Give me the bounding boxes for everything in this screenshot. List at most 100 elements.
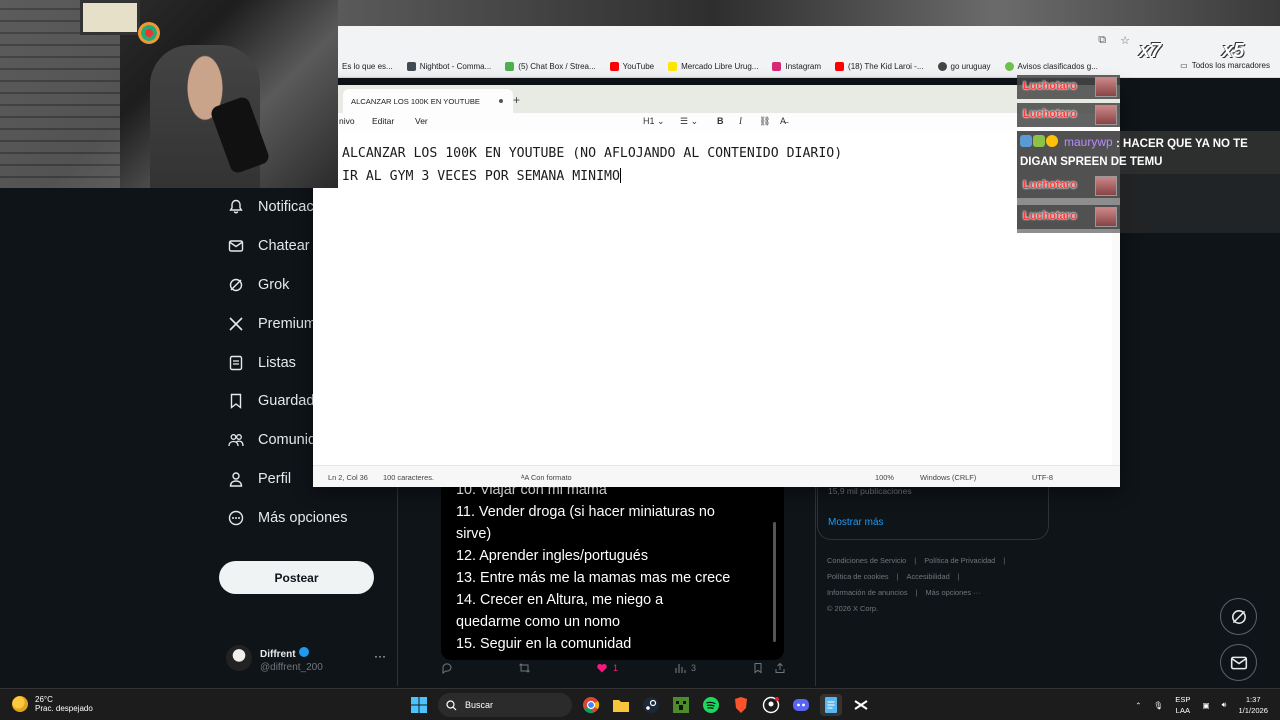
- menu-view[interactable]: Ver: [415, 116, 428, 126]
- italic-icon[interactable]: I: [739, 116, 742, 126]
- grok-float-button[interactable]: [1220, 598, 1257, 635]
- github-icon[interactable]: [760, 694, 782, 716]
- heading-dropdown[interactable]: H1 ⌄: [643, 116, 665, 127]
- input-language[interactable]: ESP LAA: [1175, 694, 1190, 716]
- trend-post-count: 15,9 mil publicaciones: [828, 486, 912, 496]
- bookmark-label: go uruguay: [950, 62, 991, 71]
- install-icon[interactable]: ⧉: [1098, 34, 1106, 47]
- cursor-position: Ln 2, Col 36: [328, 473, 368, 482]
- repost-button[interactable]: [518, 662, 531, 674]
- nav-label: Comunid: [258, 432, 317, 449]
- search-placeholder: Buscar: [465, 700, 494, 710]
- list-item: sirve): [456, 526, 492, 542]
- discord-icon[interactable]: [790, 694, 812, 716]
- messages-float-button[interactable]: [1220, 644, 1257, 681]
- chat-overlay-lower: Luchotaro Luchotaro: [1017, 174, 1280, 233]
- chrome-icon[interactable]: [580, 694, 602, 716]
- bold-icon[interactable]: B: [717, 116, 724, 126]
- spotify-icon[interactable]: [700, 694, 722, 716]
- line-ending[interactable]: Windows (CRLF): [920, 473, 976, 482]
- share-button[interactable]: [774, 662, 786, 674]
- weather-widget[interactable]: 26°C Prac. despejado: [12, 695, 93, 713]
- taskbar-search[interactable]: Buscar: [438, 693, 572, 717]
- brave-icon[interactable]: [730, 694, 752, 716]
- privacy-link[interactable]: Política de Privacidad: [924, 556, 995, 565]
- bookmark-item[interactable]: YouTube: [609, 62, 655, 71]
- clear-format-icon[interactable]: A̶: [780, 116, 786, 126]
- list-dropdown[interactable]: ☰ ⌄: [680, 116, 698, 127]
- file-explorer-icon[interactable]: [610, 694, 632, 716]
- youtube-icon: [609, 62, 619, 71]
- plus-icon[interactable]: +: [513, 93, 520, 107]
- notepad-editor[interactable]: ALCANZAR LOS 100K EN YOUTUBE (NO AFLOJAN…: [342, 143, 842, 188]
- tweet-media[interactable]: 10. Viajar con mi mamá 11. Vender droga …: [441, 478, 784, 660]
- format-mode-label: Con formato: [530, 473, 572, 482]
- more-options-link[interactable]: Más opciones ···: [925, 588, 980, 597]
- bookmark-label: Nightbot - Comma...: [419, 62, 492, 71]
- unsaved-dot-icon[interactable]: [499, 99, 503, 103]
- bookmark-label: YouTube: [622, 62, 655, 71]
- profile-name: Diffrent: [260, 648, 296, 660]
- clock[interactable]: 1:37 1/1/2026: [1238, 694, 1268, 716]
- bookmark-item[interactable]: Es lo que es...: [342, 62, 393, 71]
- bookmark-icon: [228, 393, 244, 410]
- reply-button[interactable]: [441, 662, 453, 674]
- bookmark-item[interactable]: Instagram: [772, 62, 821, 71]
- menu-edit[interactable]: Editar: [372, 116, 394, 126]
- bookmark-label: (5) Chat Box / Strea...: [518, 62, 596, 71]
- nav-label: Guardad: [258, 393, 315, 410]
- bookmark-item[interactable]: Nightbot - Comma...: [406, 62, 492, 71]
- chat-line: maurywp : HACER QUE YA NO TE DIGAN SPREE…: [1017, 131, 1280, 174]
- show-more-link[interactable]: Mostrar más: [828, 517, 884, 528]
- terms-link[interactable]: Condiciones de Servicio: [827, 556, 906, 565]
- views-button[interactable]: 3: [674, 662, 696, 674]
- weather-text: 26°C Prac. despejado: [35, 695, 93, 713]
- windows-start-icon[interactable]: [408, 694, 430, 716]
- nav-label: Perfil: [258, 470, 292, 487]
- menu-file[interactable]: nivo: [339, 116, 355, 126]
- notepad-tab[interactable]: ALCANZAR LOS 100K EN YOUTUBE: [343, 89, 513, 113]
- trends-panel: 15,9 mil publicaciones Mostrar más: [817, 486, 1049, 540]
- encoding[interactable]: UTF-8: [1032, 473, 1053, 482]
- chat-emote: [1095, 207, 1117, 227]
- list-item: 15. Seguir en la comunidad: [456, 636, 632, 652]
- account-switcher[interactable]: Diffrent @diffrent_200 ···: [226, 643, 386, 673]
- microphone-icon[interactable]: 🎙︎: [1154, 701, 1164, 710]
- accessibility-link[interactable]: Accesibilidad: [907, 572, 950, 581]
- format-mode[interactable]: ᴬA Con formato: [521, 473, 572, 482]
- person-icon: [228, 471, 244, 487]
- bookmark-item[interactable]: (5) Chat Box / Strea...: [505, 62, 596, 71]
- chat-line: Luchotaro: [1017, 103, 1120, 127]
- footer-links: Condiciones de Servicio | Política de Priv…: [827, 553, 1057, 617]
- media-scrollbar[interactable]: [773, 522, 776, 642]
- heading-value: H1: [643, 116, 655, 126]
- display-icon[interactable]: ▣: [1202, 701, 1209, 710]
- nav-label: Chatear: [258, 238, 310, 255]
- notepad-window: ALCANZAR LOS 100K EN YOUTUBE + nivo Edit…: [313, 85, 1120, 487]
- chart-bars-icon: [675, 664, 686, 673]
- notepad-icon[interactable]: [820, 694, 842, 716]
- bookmark-label: Avisos clasificados g...: [1017, 62, 1098, 71]
- webcam-target-decor: [138, 22, 160, 44]
- link-icon[interactable]: ⛓: [759, 116, 770, 127]
- ads-info-link[interactable]: Información de anuncios: [827, 588, 908, 597]
- capcut-icon[interactable]: [850, 694, 872, 716]
- bookmark-item[interactable]: (18) The Kid Laroi -...: [835, 62, 924, 71]
- nav-more-options[interactable]: Más opciones: [218, 498, 398, 537]
- volume-icon[interactable]: 🔊︎: [1222, 700, 1227, 710]
- steam-icon[interactable]: [640, 694, 662, 716]
- post-button[interactable]: Postear: [219, 561, 374, 594]
- bookmark-button[interactable]: [752, 662, 764, 674]
- chevron-up-icon[interactable]: ⌃: [1135, 701, 1141, 710]
- bookmark-item[interactable]: go uruguay: [937, 62, 991, 71]
- minecraft-icon[interactable]: [670, 694, 692, 716]
- bookmark-item[interactable]: Mercado Libre Urug...: [668, 62, 758, 71]
- text-caret: [619, 167, 621, 183]
- ellipsis-icon[interactable]: ···: [374, 649, 386, 663]
- cookies-link[interactable]: Política de cookies: [827, 572, 889, 581]
- zoom-level[interactable]: 100%: [875, 473, 894, 482]
- tab-title: ALCANZAR LOS 100K EN YOUTUBE: [351, 96, 480, 106]
- like-button[interactable]: 1: [596, 662, 618, 674]
- bookmark-item[interactable]: Avisos clasificados g...: [1004, 62, 1098, 71]
- mail-icon: [228, 238, 244, 254]
